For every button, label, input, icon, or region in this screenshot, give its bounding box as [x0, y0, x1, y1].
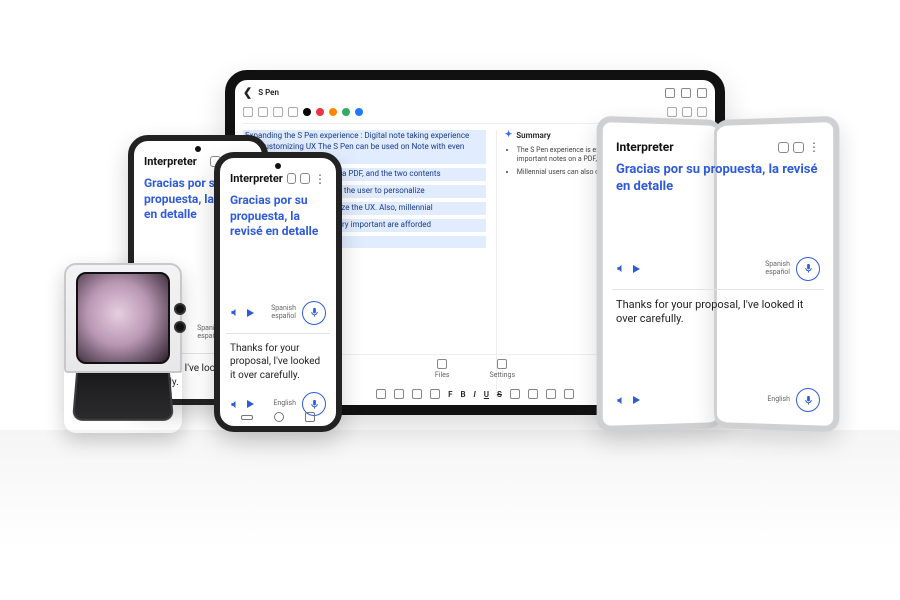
flip-cover	[64, 263, 182, 373]
image-icon[interactable]	[394, 389, 404, 399]
flip-cover-screen[interactable]	[76, 272, 170, 364]
source-language-label[interactable]: English	[273, 400, 296, 408]
back-icon[interactable]: ❮	[243, 86, 252, 99]
speaker-icon[interactable]	[230, 399, 241, 410]
app-title: Interpreter	[230, 172, 283, 185]
play-icon[interactable]	[247, 400, 254, 408]
fold-right-panel	[714, 116, 839, 433]
play-icon[interactable]	[247, 309, 254, 317]
tab-files[interactable]: Files	[435, 359, 450, 379]
recents-icon[interactable]	[241, 415, 253, 420]
target-language-label[interactable]: Spanish español	[271, 305, 296, 320]
home-icon[interactable]	[274, 412, 284, 422]
undo-icon[interactable]	[667, 107, 677, 117]
numbering-icon[interactable]	[564, 389, 574, 399]
checklist-icon[interactable]	[376, 389, 386, 399]
app-title: Interpreter	[144, 155, 206, 168]
back-nav-icon[interactable]	[305, 412, 315, 422]
tablet-title: S Pen	[258, 88, 279, 97]
more-icon[interactable]: ⋮	[314, 173, 326, 185]
color-green[interactable]	[342, 108, 350, 116]
attach-icon[interactable]	[430, 389, 440, 399]
bar-phone-front: Interpreter ⋮ Gracias por su propuesta, …	[214, 152, 342, 432]
swap-layout-icon[interactable]	[287, 173, 297, 184]
color-red[interactable]	[316, 108, 324, 116]
color-blue[interactable]	[355, 108, 363, 116]
text-color-icon[interactable]	[510, 389, 520, 399]
bold-button[interactable]: B	[460, 390, 465, 399]
strike-button[interactable]: S	[497, 390, 502, 399]
flip-phone	[64, 263, 182, 433]
fullscreen-icon[interactable]	[300, 173, 310, 184]
text-tool-icon[interactable]	[288, 107, 298, 117]
italic-button[interactable]: I	[474, 390, 476, 399]
color-black[interactable]	[303, 108, 311, 116]
underline-button[interactable]: U	[484, 390, 489, 399]
tab-settings[interactable]: Settings	[490, 359, 516, 379]
fold-left-panel	[597, 116, 722, 433]
android-navbar	[220, 412, 336, 422]
s-pen-stylus	[555, 70, 675, 78]
voice-icon[interactable]	[412, 389, 422, 399]
translated-text: Gracias por su propuesta, la revisé en d…	[230, 193, 326, 240]
speaker-icon[interactable]	[230, 307, 241, 318]
files-icon	[437, 359, 447, 369]
settings-icon	[497, 359, 507, 369]
color-orange[interactable]	[329, 108, 337, 116]
add-page-icon[interactable]	[681, 88, 691, 98]
eraser-tool-icon[interactable]	[273, 107, 283, 117]
redo-icon[interactable]	[682, 107, 692, 117]
camera-lens-icon	[174, 321, 186, 333]
flip-cameras	[174, 303, 186, 333]
source-text: Thanks for your proposal, I've looked it…	[230, 342, 326, 383]
mic-button[interactable]	[302, 301, 326, 325]
highlight-color-icon[interactable]	[528, 389, 538, 399]
divider	[226, 333, 330, 334]
font-button[interactable]: F	[448, 390, 452, 399]
more-icon[interactable]	[697, 88, 707, 98]
flip-keyboard-half	[72, 373, 174, 421]
pen-tool-icon[interactable]	[243, 107, 253, 117]
sparkle-icon: ✦	[505, 130, 513, 140]
fold-phone: Interpreter ⋮ Gracias por su propuesta, …	[598, 120, 838, 428]
summary-heading: Summary	[516, 131, 550, 140]
table-reflection	[0, 430, 900, 600]
share-icon[interactable]	[665, 88, 675, 98]
bullets-icon[interactable]	[546, 389, 556, 399]
camera-lens-icon	[174, 303, 186, 315]
ai-icon[interactable]	[697, 107, 707, 117]
tablet-note-header: ❮ S Pen	[243, 86, 707, 103]
highlighter-tool-icon[interactable]	[258, 107, 268, 117]
